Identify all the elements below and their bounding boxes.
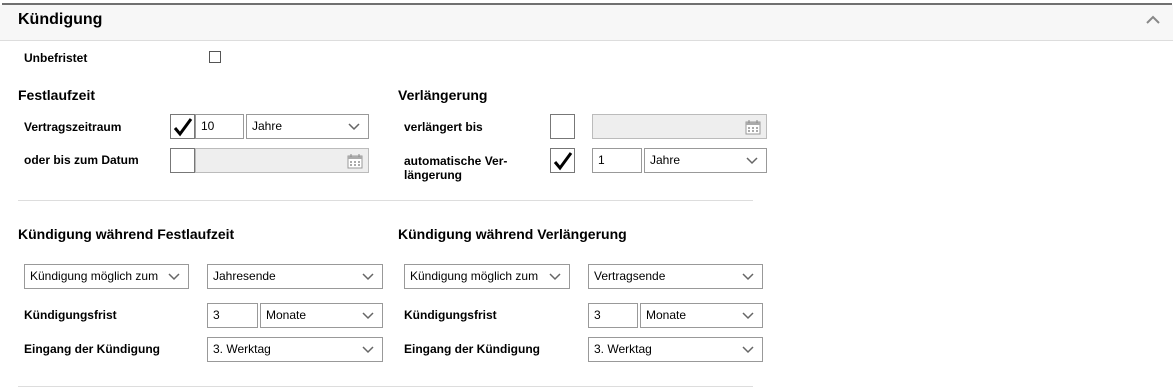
calendar-icon[interactable] xyxy=(745,119,761,135)
chevron-down-icon xyxy=(742,312,754,320)
select-value: Jahre xyxy=(650,153,681,167)
verlaengert-bis-checkbox[interactable] xyxy=(550,114,575,139)
select-value: Kündigung möglich zum xyxy=(30,269,159,283)
checkmark-icon xyxy=(173,118,193,137)
kuendigungsfrist-verl-label: Kündigungsfrist xyxy=(404,308,497,322)
automatisch-checkbox[interactable] xyxy=(550,148,575,173)
chevron-up-icon[interactable] xyxy=(1146,15,1160,25)
vertragszeitraum-unit-select[interactable]: Jahre xyxy=(246,114,369,139)
select-value: Monate xyxy=(646,308,687,322)
kuendigung-fest-zeitpunkt-select[interactable]: Jahresende xyxy=(207,264,383,289)
kuendigungsfrist-verl-input[interactable]: 3 xyxy=(588,303,638,328)
divider xyxy=(18,200,753,201)
kuendigungsfrist-fest-input[interactable]: 3 xyxy=(207,303,258,328)
eingang-fest-select[interactable]: 3. Werktag xyxy=(207,337,383,362)
chevron-down-icon xyxy=(549,273,561,281)
kuendigung-verl-mode-select[interactable]: Kündigung möglich zum xyxy=(404,264,570,289)
chevron-down-icon xyxy=(742,273,754,281)
verlaengerung-heading: Verlängerung xyxy=(398,87,488,103)
kuendigungsfrist-fest-label: Kündigungsfrist xyxy=(24,308,117,322)
divider xyxy=(18,386,753,387)
eingang-verl-label: Eingang der Kündigung xyxy=(404,342,540,356)
kuendigungsfrist-fest-unit-select[interactable]: Monate xyxy=(260,303,383,328)
automatisch-input[interactable]: 1 xyxy=(592,148,642,173)
select-value: Vertragsende xyxy=(594,269,666,283)
kuendigung-verl-heading: Kündigung während Verlängerung xyxy=(398,226,627,242)
chevron-down-icon xyxy=(348,123,360,131)
bis-datum-checkbox[interactable] xyxy=(170,148,195,173)
kuendigungsfrist-verl-unit-select[interactable]: Monate xyxy=(640,303,763,328)
chevron-down-icon xyxy=(362,346,374,354)
section-title: Kündigung xyxy=(18,11,103,28)
calendar-icon[interactable] xyxy=(347,153,363,169)
select-value: Monate xyxy=(266,308,307,322)
bis-datum-label: oder bis zum Datum xyxy=(24,153,139,167)
chevron-down-icon xyxy=(168,273,180,281)
chevron-down-icon xyxy=(362,312,374,320)
automatisch-label-line2: längerung xyxy=(404,168,463,182)
vertragszeitraum-input[interactable]: 10 xyxy=(195,114,244,139)
chevron-down-icon xyxy=(362,273,374,281)
verlaengert-bis-field[interactable] xyxy=(592,114,767,139)
chevron-down-icon xyxy=(742,346,754,354)
select-value: 3. Werktag xyxy=(594,342,652,356)
kuendigung-fest-heading: Kündigung während Festlaufzeit xyxy=(18,226,235,242)
vertragszeitraum-label: Vertragszeitraum xyxy=(24,120,122,134)
select-value: Kündigung möglich zum xyxy=(410,269,539,283)
checkmark-icon xyxy=(553,152,573,171)
eingang-verl-select[interactable]: 3. Werktag xyxy=(588,337,763,362)
automatisch-label-line1: automatische Ver- xyxy=(404,154,508,168)
select-value: Jahre xyxy=(252,119,283,133)
kuendigung-fest-mode-select[interactable]: Kündigung möglich zum xyxy=(24,264,189,289)
unbefristet-label: Unbefristet xyxy=(24,51,88,65)
select-value: 3. Werktag xyxy=(213,342,271,356)
chevron-down-icon xyxy=(746,157,758,165)
kuendigung-verl-zeitpunkt-select[interactable]: Vertragsende xyxy=(588,264,763,289)
unbefristet-checkbox[interactable] xyxy=(209,51,221,63)
automatisch-unit-select[interactable]: Jahre xyxy=(644,148,767,173)
festlaufzeit-heading: Festlaufzeit xyxy=(18,87,96,103)
select-value: Jahresende xyxy=(213,269,276,283)
eingang-fest-label: Eingang der Kündigung xyxy=(24,342,160,356)
section-header[interactable]: Kündigung xyxy=(0,5,1173,41)
vertragszeitraum-checkbox[interactable] xyxy=(170,114,195,139)
bis-datum-field[interactable] xyxy=(195,148,369,173)
verlaengert-bis-label: verlängert bis xyxy=(404,120,483,134)
